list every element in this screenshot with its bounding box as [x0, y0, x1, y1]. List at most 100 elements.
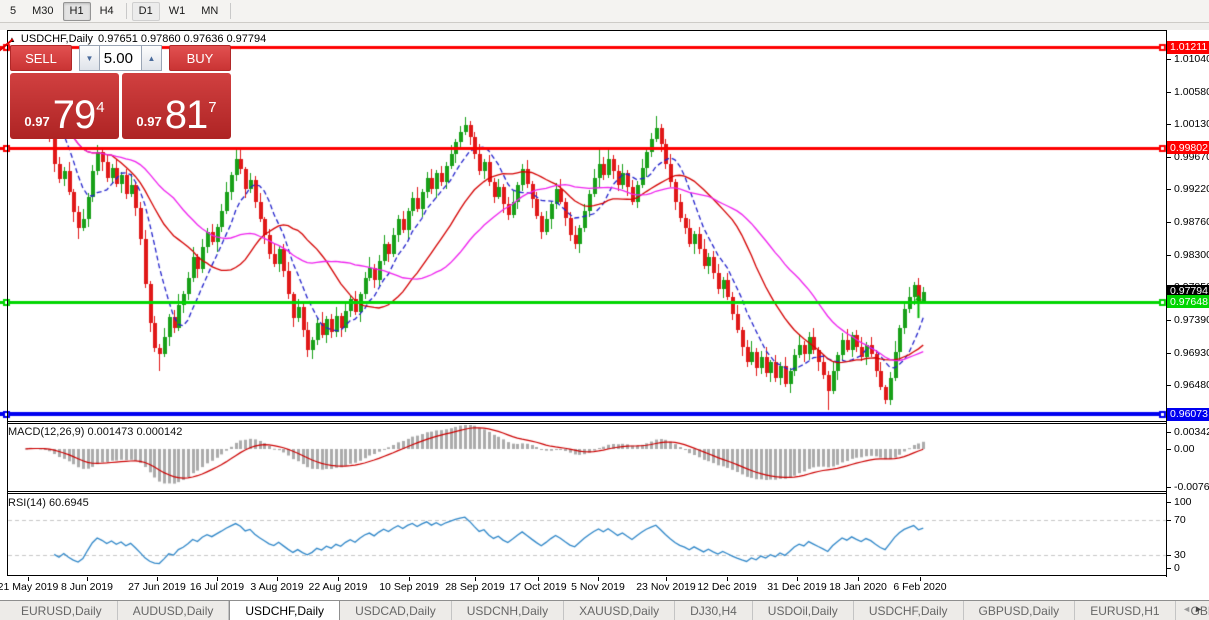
toolbar-separator	[126, 3, 127, 19]
buy-price-box[interactable]: 0.97 81 7	[122, 73, 231, 139]
chart-tab-usdcad-daily[interactable]: USDCAD,Daily	[340, 601, 452, 620]
chart-tab-usdchf-daily[interactable]: USDCHF,Daily	[854, 601, 964, 620]
rsi-indicator-label: RSI(14) 60.6945	[8, 497, 89, 509]
axis-tick-mark	[1167, 255, 1171, 256]
chart-symbol-label: USDCHF,Daily	[21, 33, 93, 45]
axis-tick-mark	[1167, 385, 1171, 386]
date-axis-label: 22 Aug 2019	[303, 581, 373, 593]
chart-tab-usdoil-daily[interactable]: USDOil,Daily	[753, 601, 854, 620]
axis-tick-mark	[1167, 157, 1171, 158]
chart-tab-gbpusd-daily[interactable]: GBPUSD,Daily	[964, 601, 1076, 620]
axis-tick-mark	[1167, 432, 1171, 433]
date-axis-label: 5 Nov 2019	[563, 581, 633, 593]
date-axis-label: 6 Feb 2020	[885, 581, 955, 593]
separator-main-macd-a	[7, 421, 1167, 422]
timeframe-button-m30[interactable]: M30	[25, 2, 60, 21]
chart-ohlc-values: 0.97651 0.97860 0.97636 0.97794	[98, 33, 266, 45]
macd-axis-tick-label: 0.00	[1174, 443, 1194, 455]
timeframe-button-mn[interactable]: MN	[194, 2, 225, 21]
timeframe-button-h4[interactable]: H4	[93, 2, 121, 21]
price-axis-tick-label: 0.98760	[1174, 216, 1209, 228]
sell-price-pip: 4	[96, 99, 104, 116]
timeframe-button-d1[interactable]: D1	[132, 2, 160, 21]
rsi-axis-tick-label: 100	[1174, 496, 1192, 508]
toolbar-separator	[230, 3, 231, 19]
axis-tick-mark	[1167, 320, 1171, 321]
price-line-label: 1.01211	[1167, 41, 1209, 54]
chart-tab-eurusd-h1[interactable]: EURUSD,H1	[1075, 601, 1175, 620]
timeframe-toolbar: 5M30H1H4 D1W1MN	[0, 0, 1209, 23]
separator-macd-rsi-a	[7, 491, 1167, 492]
price-axis-tick-label: 1.00580	[1174, 86, 1209, 98]
timeframe-button-5[interactable]: 5	[3, 2, 23, 21]
chart-frame-top	[7, 30, 1167, 31]
sell-price-box[interactable]: 0.97 79 4	[10, 73, 119, 139]
axis-tick-mark	[1167, 353, 1171, 354]
buy-price-big: 81	[165, 98, 208, 132]
timeframe-button-w1[interactable]: W1	[162, 2, 193, 21]
timeframe-button-h1[interactable]: H1	[63, 2, 91, 21]
buy-price-prefix: 0.97	[136, 114, 161, 129]
price-line-label: 0.96073	[1167, 408, 1209, 421]
price-axis-tick-label: 1.00130	[1174, 118, 1209, 130]
axis-tick-mark	[1167, 189, 1171, 190]
axis-tick-mark	[1167, 520, 1171, 521]
chart-tab-audusd-daily[interactable]: AUDUSD,Daily	[118, 601, 230, 620]
tab-scroll-arrows: ◄►	[1182, 604, 1206, 614]
axis-tick-mark	[1167, 487, 1171, 488]
rsi-axis-tick-label: 0	[1174, 562, 1180, 574]
price-axis[interactable]: 1.010401.005801.001300.996700.992200.987…	[1167, 30, 1209, 577]
axis-tick-mark	[1167, 449, 1171, 450]
date-axis-label: 10 Sep 2019	[374, 581, 444, 593]
chart-tab-bar: EURUSD,DailyAUDUSD,DailyUSDCHF,DailyUSDC…	[0, 600, 1209, 620]
date-axis-label: 12 Dec 2019	[692, 581, 762, 593]
separator-macd-rsi-b	[7, 493, 1167, 494]
window-gap	[0, 23, 1209, 30]
price-axis-tick-label: 0.98300	[1174, 249, 1209, 261]
chart-tab-eurusd-daily[interactable]: EURUSD,Daily	[6, 601, 118, 620]
volume-increase-button[interactable]: ▲	[141, 45, 162, 71]
axis-tick-mark	[1167, 555, 1171, 556]
volume-decrease-button[interactable]: ▼	[79, 45, 100, 71]
chart-tab-xauusd-daily[interactable]: XAUUSD,Daily	[564, 601, 675, 620]
chart-tab-dj30-h4[interactable]: DJ30,H4	[675, 601, 753, 620]
price-axis-tick-label: 0.96930	[1174, 347, 1209, 359]
axis-tick-mark	[1167, 568, 1171, 569]
buy-price-pip: 7	[208, 99, 216, 116]
separator-rsi-dates	[7, 575, 1167, 576]
rsi-axis-tick-label: 30	[1174, 549, 1186, 561]
axis-tick-mark	[1167, 502, 1171, 503]
chart-tab-usdchf-daily[interactable]: USDCHF,Daily	[229, 600, 340, 620]
date-axis-label: 8 Jun 2019	[52, 581, 122, 593]
date-axis-label: 23 Nov 2019	[631, 581, 701, 593]
axis-tick-mark	[1167, 59, 1171, 60]
price-line-label: 0.97648	[1167, 295, 1209, 308]
macd-indicator-label: MACD(12,26,9) 0.001473 0.000142	[8, 426, 182, 438]
date-axis-label: 18 Jan 2020	[823, 581, 893, 593]
chart-frame-left	[7, 30, 8, 576]
tab-scroll-left-icon[interactable]: ◄	[1182, 604, 1194, 614]
price-axis-tick-label: 0.96480	[1174, 379, 1209, 391]
date-axis-label: 3 Aug 2019	[242, 581, 312, 593]
buy-button[interactable]: BUY	[169, 45, 231, 71]
price-axis-tick-label: 0.99220	[1174, 183, 1209, 195]
separator-main-macd-b	[7, 423, 1167, 424]
price-line-label: 0.99802	[1167, 141, 1209, 154]
date-axis[interactable]: 21 May 20198 Jun 201927 Jun 201916 Jul 2…	[0, 577, 1209, 599]
chart-title: ▲ USDCHF,Daily 0.97651 0.97860 0.97636 0…	[8, 33, 266, 45]
sell-price-big: 79	[53, 98, 96, 132]
axis-tick-mark	[1167, 222, 1171, 223]
sell-button[interactable]: SELL	[10, 45, 72, 71]
price-axis-tick-label: 0.97390	[1174, 314, 1209, 326]
macd-axis-tick-label: 0.003428	[1174, 426, 1209, 438]
volume-input[interactable]: 5.00	[100, 45, 141, 71]
sell-price-prefix: 0.97	[24, 114, 49, 129]
axis-tick-mark	[1167, 124, 1171, 125]
axis-tick-mark	[1167, 92, 1171, 93]
chart-tab-usdcnh-daily[interactable]: USDCNH,Daily	[452, 601, 564, 620]
macd-axis-tick-label: -0.007615	[1174, 481, 1209, 493]
one-click-trade-panel: SELL ▼ 5.00 ▲ BUY 0.97 79 4 0.97 81 7	[10, 45, 231, 139]
date-axis-label: 31 Dec 2019	[762, 581, 832, 593]
rsi-axis-tick-label: 70	[1174, 514, 1186, 526]
tab-scroll-right-icon[interactable]: ►	[1194, 604, 1206, 614]
